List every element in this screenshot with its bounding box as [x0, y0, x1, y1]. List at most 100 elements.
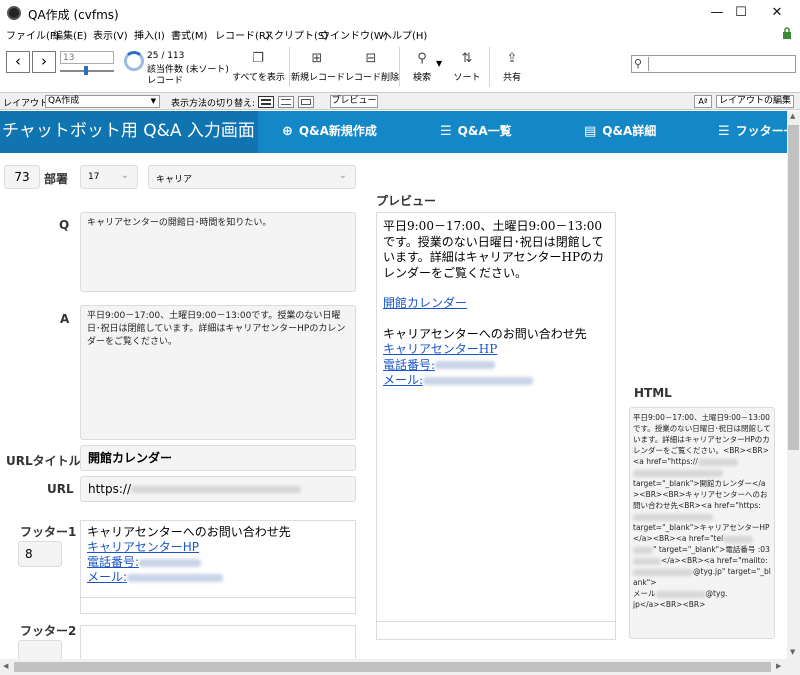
redacted-text	[633, 469, 723, 477]
dept-code-select[interactable]: 17 ⌄	[80, 165, 138, 189]
redacted-text	[655, 590, 706, 598]
list-icon: ☰	[440, 124, 452, 139]
redacted-email	[127, 573, 224, 582]
list-view-button[interactable]	[278, 96, 294, 108]
redacted-text	[633, 557, 661, 565]
html-label: HTML	[634, 386, 672, 400]
sort-button[interactable]: ⇅ ソート	[449, 43, 485, 92]
chevron-down-icon: ⌄	[120, 170, 129, 181]
preview-calendar-link[interactable]: 開館カレンダー	[383, 296, 609, 312]
quick-find-input[interactable]: ⚲	[631, 55, 796, 73]
find-dropdown-icon[interactable]: ▼	[436, 59, 442, 68]
next-record-button[interactable]: ›	[32, 51, 56, 73]
close-button[interactable]: ✕	[754, 0, 800, 26]
toolbar-separator	[489, 47, 490, 87]
footer2-label: フッター2	[20, 624, 77, 638]
redacted-text	[633, 546, 653, 554]
scrollbar-corner	[787, 659, 800, 675]
menu-help[interactable]: ヘルプ(H)	[382, 27, 427, 42]
show-all-button[interactable]: ❐ すべてを表示	[232, 43, 285, 92]
record-number-input[interactable]: 13	[60, 51, 114, 64]
toolbar-separator	[289, 47, 290, 87]
record-slider-thumb[interactable]	[84, 66, 88, 75]
preview-hp-link[interactable]: キャリアセンターHP	[383, 342, 609, 358]
footer1-mail-link[interactable]: メール:	[87, 570, 349, 585]
menu-edit[interactable]: 編集(E)	[53, 27, 87, 42]
redacted-text	[633, 513, 713, 521]
prev-record-button[interactable]: ‹	[6, 51, 30, 73]
horizontal-scroll-thumb[interactable]	[14, 662, 771, 672]
format-bar-button[interactable]: Aª	[694, 95, 712, 108]
view-as-label: 表示方法の切り替え:	[171, 99, 256, 109]
detail-icon: ▤	[584, 124, 597, 139]
preview-panel: 平日9:00－17:00、土曜日9:00－13:00です。授業のない日曜日･祝日…	[376, 212, 616, 622]
record-id-field[interactable]: 73	[4, 165, 40, 189]
new-record-icon: ⊞	[311, 51, 323, 66]
chevron-down-icon: ▼	[150, 97, 156, 105]
menu-insert[interactable]: 挿入(I)	[134, 27, 165, 42]
found-count: 25 / 113	[147, 51, 185, 61]
share-icon: ⇪	[506, 51, 518, 66]
url-label: URL	[47, 482, 74, 496]
find-button[interactable]: ⚲ 検索	[404, 43, 440, 92]
plus-circle-icon: ⊕	[282, 124, 293, 139]
menu-records[interactable]: レコード(R)	[215, 27, 270, 42]
scroll-left-icon[interactable]: ◀	[3, 662, 8, 670]
show-all-icon: ❐	[252, 51, 264, 66]
layout-label: レイアウト:	[3, 99, 52, 109]
url-title-field[interactable]: 開館カレンダー	[80, 445, 356, 471]
dept-label: 部署	[44, 172, 69, 186]
html-source-field[interactable]: 平日9:00－17:00、土曜日9:00－13:00です。授業のない日曜日･祝日…	[629, 407, 775, 639]
edit-layout-button[interactable]: レイアウトの編集	[716, 95, 794, 108]
new-record-button[interactable]: ⊞ 新規レコード	[291, 43, 345, 92]
footer1-number-field[interactable]: 8	[18, 541, 62, 567]
layout-select[interactable]: QA作成 ▼	[45, 95, 160, 108]
preview-phone-link[interactable]: 電話番号:	[383, 358, 609, 374]
footer1-extra-field[interactable]	[80, 597, 356, 614]
nav-footer[interactable]: ☰ フッター一	[718, 111, 796, 153]
redacted-phone	[139, 558, 202, 567]
menu-file[interactable]: ファイル(F)	[6, 27, 60, 42]
window-title: QA作成 (cvfms)	[28, 8, 119, 22]
scroll-up-icon[interactable]: ▲	[790, 112, 795, 120]
share-button[interactable]: ⇪ 共有	[494, 43, 530, 92]
preview-mail-link[interactable]: メール:	[383, 373, 609, 389]
menu-scripts[interactable]: スクリプト(S)	[264, 27, 328, 42]
layout-bar: レイアウト: QA作成 ▼ 表示方法の切り替え: プレビュー Aª レイアウトの…	[0, 92, 800, 110]
question-field[interactable]: キャリアセンターの開館日･時間を知りたい。	[80, 212, 356, 292]
nav-qa-list[interactable]: ☰ Q&A一覧	[440, 111, 512, 153]
title-bar: QA作成 (cvfms) — ☐ ✕	[0, 0, 800, 26]
menu-format[interactable]: 書式(M)	[171, 27, 207, 42]
vertical-scroll-thumb[interactable]	[788, 125, 799, 450]
nav-qa-detail[interactable]: ▤ Q&A詳細	[584, 111, 656, 153]
url-field[interactable]: https://	[80, 476, 356, 502]
delete-record-button[interactable]: ⊟ レコード削除	[345, 43, 399, 92]
menu-view[interactable]: 表示(V)	[93, 27, 128, 42]
form-view-button[interactable]	[258, 96, 274, 108]
footer1-phone-link[interactable]: 電話番号:	[87, 555, 349, 570]
preview-button[interactable]: プレビュー	[330, 95, 378, 108]
search-divider	[648, 57, 649, 71]
scroll-down-icon[interactable]: ▼	[790, 648, 795, 656]
preview-label: プレビュー	[376, 194, 437, 208]
table-view-button[interactable]	[298, 96, 314, 108]
nav-new-qa[interactable]: ⊕ Q&A新規作成	[282, 111, 377, 153]
list-icon: ☰	[718, 124, 730, 139]
answer-field[interactable]: 平日9:00－17:00、土曜日9:00－13:00です。授業のない日曜日･祝日…	[80, 305, 356, 440]
footer1-field[interactable]: キャリアセンターへのお問い合わせ先 キャリアセンターHP 電話番号: メール:	[80, 520, 356, 598]
app-icon	[7, 6, 21, 20]
dept-name-select[interactable]: キャリア ⌄	[148, 165, 356, 189]
preview-body: 平日9:00－17:00、土曜日9:00－13:00です。授業のない日曜日･祝日…	[383, 219, 605, 280]
delete-record-icon: ⊟	[365, 51, 377, 66]
footer1-hp-link[interactable]: キャリアセンターHP	[87, 540, 349, 555]
menu-window[interactable]: ウインドウ(W)	[320, 27, 388, 42]
toolbar-separator	[399, 47, 400, 87]
page-title: チャットボット用 Q&A 入力画面	[0, 111, 258, 153]
redacted-phone	[435, 361, 496, 369]
redacted-email	[423, 376, 534, 385]
redacted-text	[633, 568, 693, 576]
a-label: A	[60, 312, 70, 326]
records-label: レコード	[147, 76, 184, 86]
search-icon: ⚲	[417, 51, 427, 66]
scroll-right-icon[interactable]: ▶	[776, 662, 781, 670]
